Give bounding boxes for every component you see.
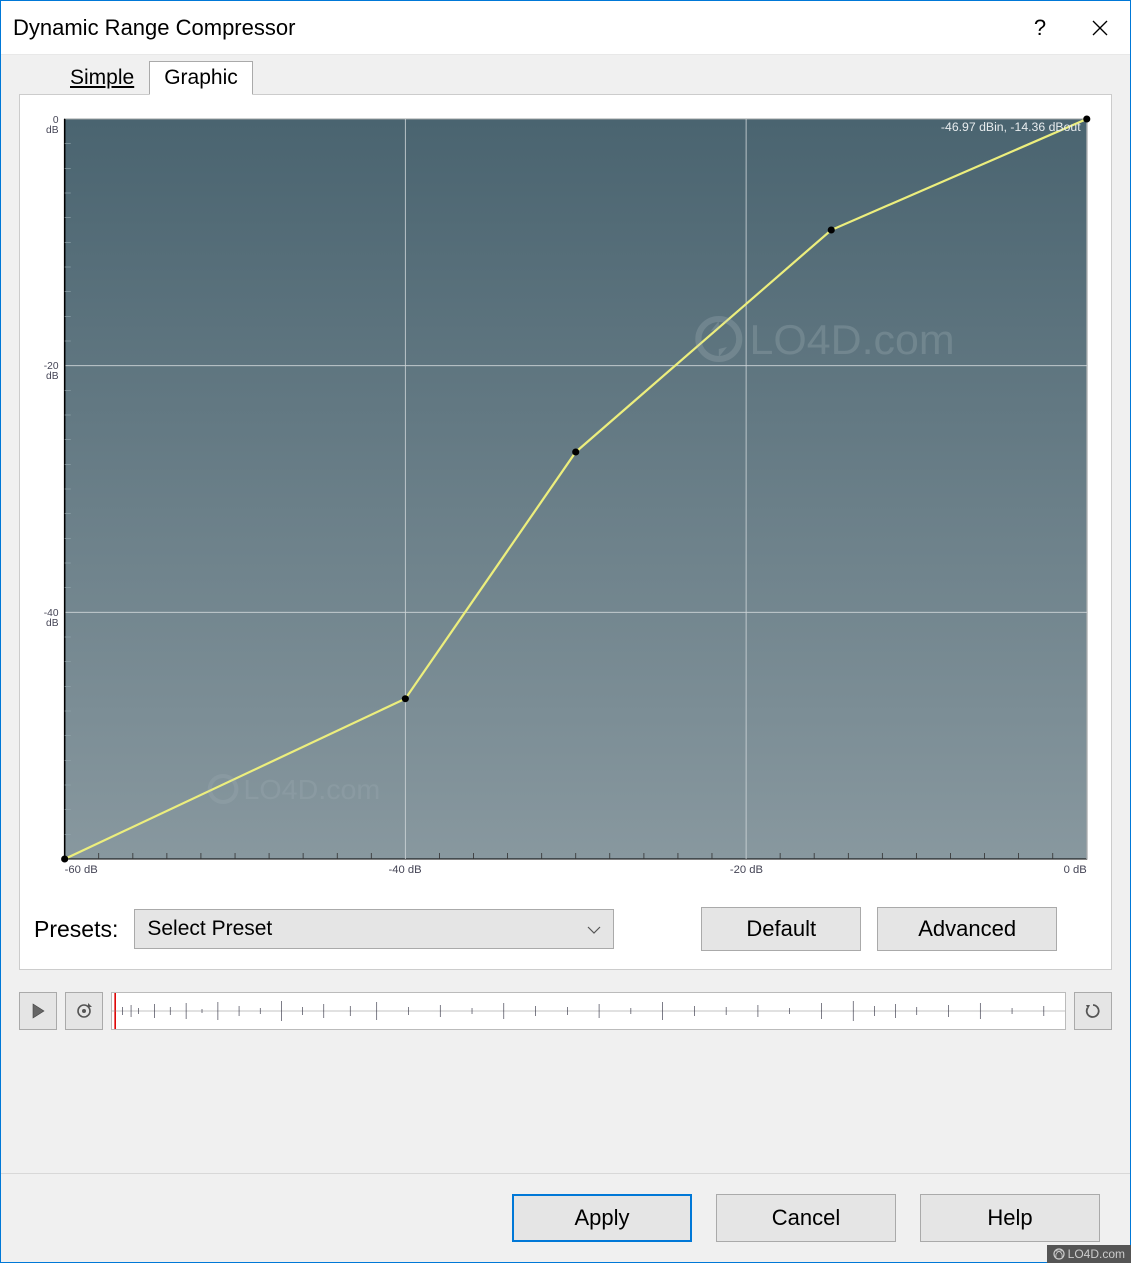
cancel-button[interactable]: Cancel [716, 1194, 896, 1242]
preset-select-value: Select Preset [147, 917, 272, 941]
loop-button[interactable] [65, 992, 103, 1030]
svg-text:-20 dB: -20 dB [730, 864, 763, 876]
tabs: Simple Graphic [19, 55, 1112, 95]
chevron-down-icon [587, 917, 601, 941]
svg-text:dB: dB [46, 125, 59, 136]
refresh-button[interactable] [1074, 992, 1112, 1030]
loop-icon [74, 1001, 94, 1021]
cursor-readout: -46.97 dBin, -14.36 dBout [941, 120, 1081, 134]
advanced-button[interactable]: Advanced [877, 907, 1057, 951]
svg-text:-40 dB: -40 dB [388, 864, 421, 876]
apply-button[interactable]: Apply [512, 1194, 692, 1242]
svg-text:0 dB: 0 dB [1064, 864, 1087, 876]
help-button[interactable]: Help [920, 1194, 1100, 1242]
svg-text:-60 dB: -60 dB [65, 864, 98, 876]
svg-text:dB: dB [46, 371, 59, 382]
svg-text:LO4D.com: LO4D.com [244, 773, 381, 805]
play-icon [29, 1002, 47, 1020]
help-icon[interactable]: ? [1010, 1, 1070, 55]
compressor-curve-chart[interactable]: LO4D.com LO4D.com -46.97 dBin, -14.36 dB… [34, 109, 1097, 889]
tab-simple[interactable]: Simple [55, 61, 149, 95]
tab-graphic[interactable]: Graphic [149, 61, 253, 95]
dialog-footer: Apply Cancel Help [1, 1173, 1130, 1262]
graphic-panel: LO4D.com LO4D.com -46.97 dBin, -14.36 dB… [19, 94, 1112, 970]
presets-label: Presets: [34, 916, 118, 943]
default-button[interactable]: Default [701, 907, 861, 951]
svg-text:dB: dB [46, 618, 59, 629]
waveform-preview[interactable] [111, 992, 1066, 1030]
window-title: Dynamic Range Compressor [13, 15, 1010, 41]
titlebar: Dynamic Range Compressor ? [1, 1, 1130, 55]
preset-select[interactable]: Select Preset [134, 909, 614, 949]
svg-text:LO4D.com: LO4D.com [749, 316, 954, 362]
play-button[interactable] [19, 992, 57, 1030]
refresh-icon [1084, 1002, 1102, 1020]
close-icon[interactable] [1070, 1, 1130, 55]
